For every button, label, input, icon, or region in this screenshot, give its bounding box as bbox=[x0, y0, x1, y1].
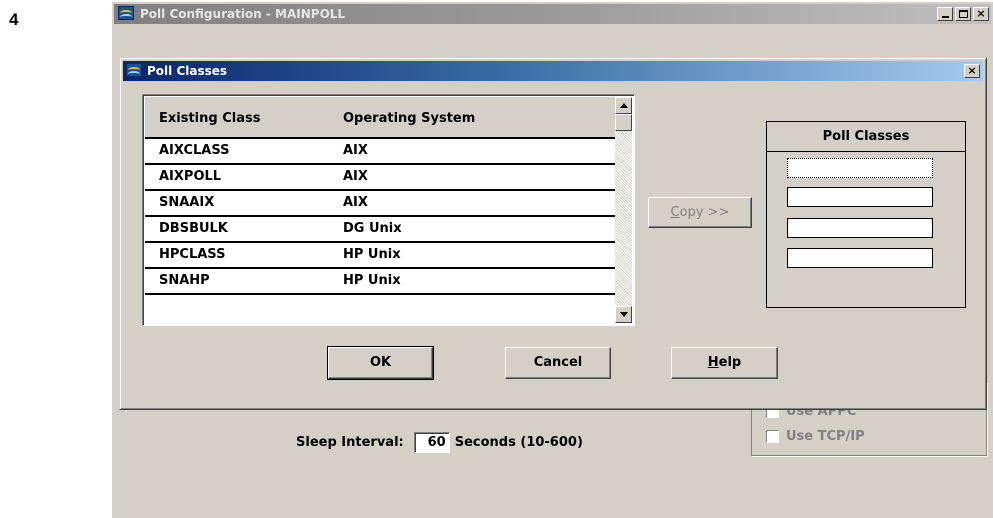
poll-class-slot-2[interactable] bbox=[787, 187, 933, 207]
arrow-up-icon bbox=[620, 103, 628, 108]
use-tcpip-checkbox[interactable] bbox=[766, 429, 779, 443]
class-name: SNAHP bbox=[159, 273, 210, 288]
scroll-down-button[interactable] bbox=[615, 306, 632, 323]
poll-class-slot-3[interactable] bbox=[787, 218, 933, 238]
maximize-icon bbox=[958, 10, 968, 18]
list-item[interactable]: AIXPOLL AIX bbox=[145, 165, 615, 191]
outer-close-button[interactable]: × bbox=[973, 7, 989, 21]
class-name: DBSBULK bbox=[159, 221, 228, 236]
sleep-interval-label: Sleep Interval: bbox=[296, 435, 404, 450]
outer-window-title: Poll Configuration - MAINPOLL bbox=[140, 7, 346, 21]
help-mnemonic: H bbox=[707, 355, 719, 370]
column-header-existing-class[interactable]: Existing Class bbox=[159, 111, 260, 126]
outer-title-bar[interactable]: Poll Configuration - MAINPOLL × bbox=[114, 4, 991, 24]
operating-system: HP Unix bbox=[343, 247, 401, 262]
copy-mnemonic: C bbox=[670, 205, 680, 220]
poll-class-slot-4[interactable] bbox=[787, 248, 933, 268]
copy-button[interactable]: Copy >> bbox=[648, 197, 752, 228]
help-label: elp bbox=[718, 355, 742, 370]
list-item[interactable]: SNAHP HP Unix bbox=[145, 269, 615, 295]
operating-system: AIX bbox=[343, 169, 368, 184]
operating-system: AIX bbox=[343, 195, 368, 210]
poll-classes-panel: Poll Classes bbox=[766, 121, 966, 308]
column-header-operating-system[interactable]: Operating System bbox=[343, 111, 475, 126]
operating-system: HP Unix bbox=[343, 273, 401, 288]
scroll-up-button[interactable] bbox=[615, 97, 632, 114]
copy-label: opy >> bbox=[679, 205, 730, 220]
dialog-title-bar[interactable]: Poll Classes × bbox=[123, 61, 983, 81]
list-rows: AIXCLASS AIX AIXPOLL AIX SNAAIX AIX DBSB… bbox=[145, 139, 615, 295]
close-icon: × bbox=[967, 64, 977, 77]
poll-classes-dialog: Poll Classes × Existing Class Operating … bbox=[119, 57, 987, 410]
maximize-button[interactable] bbox=[955, 7, 971, 21]
class-name: HPCLASS bbox=[159, 247, 226, 262]
operating-system: DG Unix bbox=[343, 221, 402, 236]
minimize-icon bbox=[941, 16, 949, 18]
operating-system: AIX bbox=[343, 143, 368, 158]
list-item[interactable]: DBSBULK DG Unix bbox=[145, 217, 615, 243]
list-header: Existing Class Operating System bbox=[145, 97, 615, 139]
sleep-interval-row: Sleep Interval: 60 Seconds (10-600) bbox=[296, 432, 583, 453]
arrow-down-icon bbox=[620, 312, 628, 317]
sleep-interval-suffix: Seconds (10-600) bbox=[454, 435, 583, 450]
cancel-button[interactable]: Cancel bbox=[505, 347, 611, 379]
help-button[interactable]: Help bbox=[671, 347, 778, 379]
list-item[interactable]: AIXCLASS AIX bbox=[145, 139, 615, 165]
class-name: SNAAIX bbox=[159, 195, 215, 210]
ok-button[interactable]: OK bbox=[327, 346, 434, 380]
use-tcpip-option[interactable]: Use TCP/IP bbox=[766, 428, 865, 444]
close-icon: × bbox=[976, 7, 986, 20]
poll-classes-heading: Poll Classes bbox=[767, 122, 965, 152]
class-name: AIXCLASS bbox=[159, 143, 230, 158]
sleep-interval-input[interactable]: 60 bbox=[413, 432, 450, 453]
existing-class-list[interactable]: Existing Class Operating System AIXCLASS… bbox=[142, 94, 635, 326]
scroll-thumb[interactable] bbox=[615, 114, 632, 131]
minimize-button[interactable] bbox=[937, 7, 953, 21]
poll-class-slot-1[interactable] bbox=[787, 158, 933, 178]
list-item[interactable]: HPCLASS HP Unix bbox=[145, 243, 615, 269]
dialog-close-button[interactable]: × bbox=[964, 64, 980, 78]
list-scrollbar[interactable] bbox=[615, 97, 632, 323]
list-item[interactable]: SNAAIX AIX bbox=[145, 191, 615, 217]
step-number: 4 bbox=[9, 10, 19, 29]
dialog-title: Poll Classes bbox=[147, 64, 228, 78]
use-tcpip-label: Use TCP/IP bbox=[786, 428, 865, 444]
class-name: AIXPOLL bbox=[159, 169, 222, 184]
app-icon bbox=[118, 6, 134, 20]
dialog-app-icon bbox=[126, 63, 142, 77]
